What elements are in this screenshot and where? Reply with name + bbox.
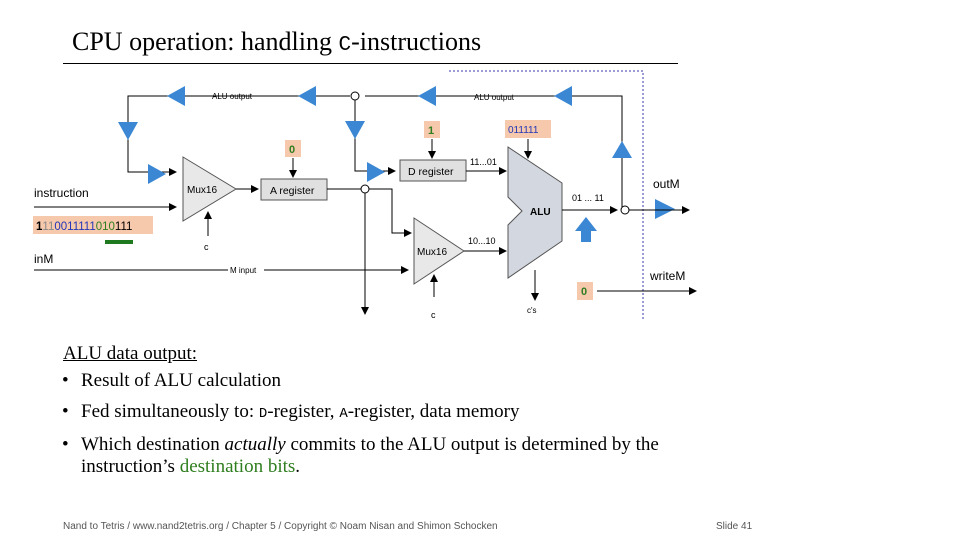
wire-a-to-mux-b (369, 188, 412, 237)
d-register-label: D register (408, 166, 454, 178)
alu-control-bits: 011111 (508, 125, 539, 136)
flow-arrow-icon (581, 231, 591, 242)
flow-arrow-icon (367, 162, 385, 182)
mux-a-control-label: c (204, 242, 209, 252)
bullet-destination-bits: destination bits (179, 456, 296, 477)
bullet-text: Which destination (81, 434, 225, 455)
bullet-item: Which destination actually commits to th… (60, 434, 700, 478)
destination-bits-marker (105, 240, 133, 244)
alu-output-label-top: ALU output (212, 92, 253, 101)
bullet-mono-a: A (339, 406, 348, 422)
mux16-a-label: Mux16 (187, 185, 217, 196)
instruction-label: instruction (34, 186, 89, 200)
outm-label: outM (653, 177, 680, 191)
flow-arrow-icon (148, 164, 166, 184)
flow-arrow-icon (554, 86, 572, 106)
bullet-text-mid: -register, (267, 401, 340, 422)
wire-to-d-register (354, 100, 396, 175)
flow-arrow-icon (298, 86, 316, 106)
junction-a-out (360, 184, 370, 194)
instruction-bits: 1110011111010111 (36, 221, 132, 233)
mux-b-control-label: c (431, 310, 436, 320)
bullet-list: Result of ALU calculation Fed simultaneo… (60, 370, 700, 487)
bullet-text-end: -register, data memory (347, 401, 520, 422)
bullet-item: Fed simultaneously to: D-register, A-reg… (60, 401, 700, 425)
bullet-text: Fed simultaneously to: (81, 401, 259, 422)
a-load-bit: 0 (289, 144, 295, 156)
alu-out-bits: 01 ... 11 (572, 193, 604, 203)
bullet-item: Result of ALU calculation (60, 370, 700, 392)
bullet-text: Result of ALU calculation (81, 370, 281, 391)
d-out-bits: 11...01 (470, 157, 497, 167)
m-input-label: M input (230, 266, 257, 275)
writem-bit: 0 (581, 286, 587, 298)
flow-arrow-icon (612, 141, 632, 158)
writem-label: writeM (649, 269, 685, 283)
mux16-b-label: Mux16 (417, 247, 447, 258)
flow-arrow-icon (575, 217, 597, 231)
mux-out-bits: 10...10 (468, 236, 496, 246)
footer: Nand to Tetris / www.nand2tetris.org / C… (63, 521, 498, 532)
d-load-bit: 1 (428, 125, 434, 137)
alu-output-label-mid: ALU output (474, 93, 515, 102)
flow-arrows (118, 86, 675, 242)
a-register-label: A register (270, 185, 315, 197)
junction-alu-out (620, 205, 630, 215)
flow-arrow-icon (167, 86, 185, 106)
flow-arrow-icon (655, 199, 675, 219)
flow-arrow-icon (345, 121, 365, 139)
alu-flags-label: c's (527, 306, 537, 315)
flow-arrow-icon (118, 122, 138, 140)
flow-arrow-icon (418, 86, 436, 106)
junction-top (350, 91, 360, 101)
alu-label: ALU (530, 207, 551, 218)
bullet-emphasis: actually (224, 434, 286, 455)
wire-alu-output-left (127, 95, 350, 176)
slide-number: Slide 41 (716, 521, 753, 532)
bullet-text-end: . (295, 456, 301, 477)
bullet-mono-d: D (258, 406, 268, 422)
section-title: ALU data output: (63, 343, 198, 364)
cpu-diagram: ALU output ALU output instruction 111001… (33, 70, 697, 321)
inm-label: inM (34, 252, 53, 266)
